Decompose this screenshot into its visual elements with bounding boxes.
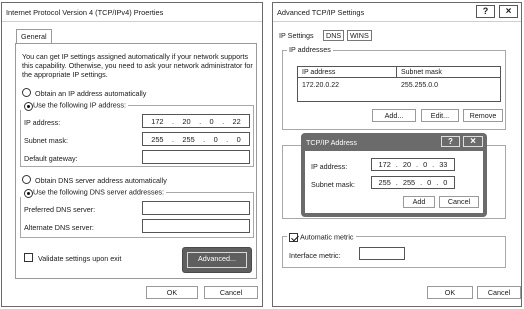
- alternate-dns-label: Alternate DNS server:: [24, 223, 94, 232]
- tcpip-cancel-button[interactable]: Cancel: [439, 196, 479, 208]
- ip-address-table: IP address Subnet mask 172.20.0.22 255.2…: [297, 66, 501, 102]
- ipv4-dialog-title: Internet Protocol Version 4 (TCP/IPv4) P…: [6, 8, 164, 17]
- advanced-dialog-title: Advanced TCP/IP Settings: [277, 8, 365, 17]
- tab-ip-settings[interactable]: IP Settings: [279, 31, 314, 40]
- tcpip-ip-input[interactable]: 172. 20. 0. 33: [371, 158, 455, 171]
- automatic-metric-legend: Automatic metric: [287, 232, 356, 242]
- default-gateway-label: Default gateway:: [24, 154, 78, 163]
- obtain-ip-auto-label: Obtain an IP address automatically: [35, 89, 147, 98]
- obtain-dns-auto-label: Obtain DNS server address automatically: [35, 176, 167, 185]
- help-button[interactable]: ?: [476, 5, 495, 18]
- preferred-dns-input[interactable]: [142, 201, 250, 215]
- default-gateway-input[interactable]: [142, 150, 250, 164]
- column-header-mask: Subnet mask: [401, 69, 442, 76]
- obtain-dns-auto-radio[interactable]: [22, 175, 31, 184]
- use-following-dns-label: Use the following DNS server addresses:: [33, 187, 165, 197]
- subnet-mask-input[interactable]: 255. 255. 0. 0: [142, 132, 250, 146]
- close-button[interactable]: ×: [499, 5, 518, 18]
- tab-general-label: General: [21, 32, 47, 41]
- column-header-ip: IP address: [302, 69, 336, 76]
- tcpip-mask-octet-4: 0: [443, 178, 448, 187]
- ip-addresses-legend: IP addresses: [287, 45, 333, 54]
- automatic-metric-label: Automatic metric: [300, 232, 354, 242]
- preferred-dns-label: Preferred DNS server:: [24, 205, 96, 214]
- use-following-dns-radio[interactable]: [24, 188, 33, 198]
- use-following-ip-label: Use the following IP address:: [33, 100, 126, 110]
- mask-octet-2: 255: [182, 134, 195, 144]
- advanced-button-label: Advanced...: [187, 252, 247, 268]
- general-panel: You can get IP settings assigned automat…: [15, 43, 257, 279]
- tcpip-address-dialog: TCP/IP Address ? × IP address: 172. 20. …: [301, 133, 487, 217]
- advanced-titlebar: Advanced TCP/IP Settings ? ×: [273, 3, 521, 21]
- tcpip-subnet-label: Subnet mask:: [311, 180, 355, 189]
- mask-octet-3: 0: [213, 134, 218, 144]
- tcpip-mask-octet-2: 255: [402, 178, 416, 187]
- tcpip-help-button[interactable]: ?: [441, 136, 460, 147]
- ip-octet-3: 0: [209, 116, 214, 126]
- ip-octet-4: 22: [232, 116, 241, 126]
- advanced-title-separator: [273, 21, 521, 22]
- ip-address-input[interactable]: 172. 20. 0. 22: [142, 114, 250, 128]
- use-following-ip-legend: Use the following IP address:: [20, 100, 128, 111]
- tcpip-add-button[interactable]: Add: [403, 196, 435, 208]
- validate-settings-checkbox[interactable]: [24, 253, 33, 262]
- tcpip-ip-octet-1: 172: [378, 160, 391, 169]
- tab-general[interactable]: General: [16, 29, 52, 43]
- ip-octet-1: 172: [151, 116, 164, 126]
- validate-settings-label: Validate settings upon exit: [38, 254, 122, 263]
- tcpip-address-title: TCP/IP Address: [306, 138, 357, 147]
- tab-dns[interactable]: DNS: [323, 30, 345, 41]
- advanced-cancel-button[interactable]: Cancel: [477, 286, 521, 299]
- use-following-ip-radio[interactable]: [24, 101, 33, 111]
- edit-ip-button[interactable]: Edit...: [421, 109, 459, 122]
- subnet-mask-label: Subnet mask:: [24, 136, 68, 145]
- ip-address-label: IP address:: [24, 118, 61, 127]
- row-ip: 172.20.0.22: [302, 82, 339, 89]
- tcpip-mask-octet-3: 0: [427, 178, 432, 187]
- automatic-metric-checkbox[interactable]: [289, 232, 298, 242]
- tcpip-address-body: IP address: 172. 20. 0. 33 Subnet mask: …: [305, 151, 483, 213]
- tab-wins[interactable]: WINS: [347, 30, 372, 41]
- tcpip-ip-octet-4: 33: [439, 160, 448, 169]
- row-mask: 255.255.0.0: [401, 82, 438, 89]
- column-divider: [396, 67, 397, 78]
- ip-octet-2: 20: [182, 116, 191, 126]
- interface-metric-label: Interface metric:: [289, 251, 341, 260]
- remove-ip-button[interactable]: Remove: [463, 109, 503, 122]
- advanced-button[interactable]: Advanced...: [182, 247, 252, 273]
- ip-settings-description: You can get IP settings assigned automat…: [22, 52, 253, 79]
- use-following-dns-legend: Use the following DNS server addresses:: [20, 187, 167, 198]
- alternate-dns-input[interactable]: [142, 219, 250, 233]
- ipv4-properties-dialog: Internet Protocol Version 4 (TCP/IPv4) P…: [1, 2, 263, 307]
- mask-octet-4: 0: [236, 134, 241, 144]
- tcpip-mask-octet-1: 255: [378, 178, 391, 187]
- tcpip-close-button[interactable]: ×: [463, 136, 483, 147]
- advanced-tcpip-dialog: Advanced TCP/IP Settings ? × IP Settings…: [272, 2, 522, 307]
- tcpip-subnet-input[interactable]: 255. 255. 0. 0: [371, 176, 455, 189]
- cancel-button[interactable]: Cancel: [204, 286, 258, 299]
- title-separator: [2, 21, 262, 22]
- tcpip-ip-octet-2: 20: [402, 160, 412, 169]
- tcpip-ip-octet-3: 0: [423, 160, 428, 169]
- ok-button[interactable]: OK: [146, 286, 198, 299]
- obtain-ip-auto-radio[interactable]: [22, 88, 31, 97]
- tcpip-ip-label: IP address:: [311, 162, 348, 171]
- advanced-ok-button[interactable]: OK: [427, 286, 473, 299]
- interface-metric-input[interactable]: [359, 247, 405, 260]
- mask-octet-1: 255: [151, 134, 164, 144]
- ipv4-titlebar: Internet Protocol Version 4 (TCP/IPv4) P…: [2, 3, 262, 21]
- add-ip-button[interactable]: Add...: [372, 109, 416, 122]
